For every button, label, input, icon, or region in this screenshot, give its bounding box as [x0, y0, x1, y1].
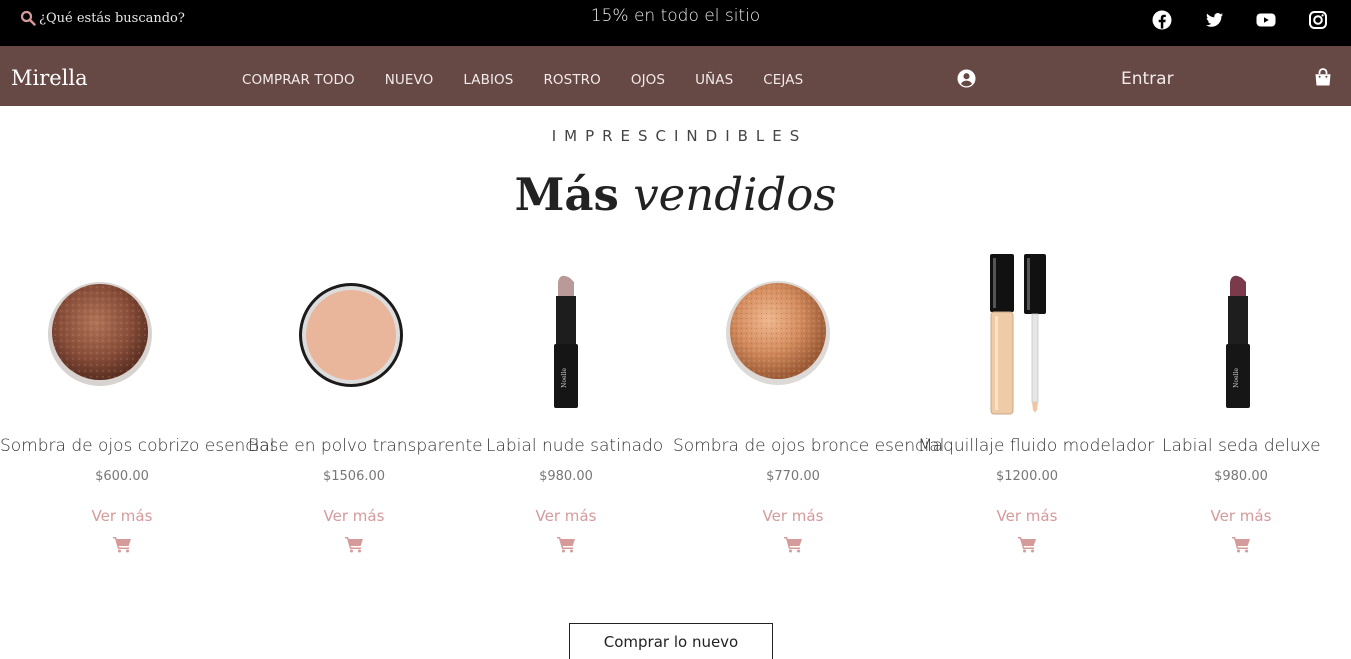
- product-price: $1506.00: [322, 469, 386, 484]
- fluid-concealer-image[interactable]: [918, 250, 1136, 430]
- youtube-icon[interactable]: [1255, 9, 1277, 31]
- brand-logo[interactable]: Mirella: [11, 66, 88, 90]
- user-account-icon[interactable]: [957, 69, 976, 88]
- lipstick-brand: Noelle: [1233, 368, 1240, 388]
- twitter-icon[interactable]: [1203, 9, 1225, 31]
- section-title: Más vendidos: [0, 168, 1351, 221]
- nav-item-rostro[interactable]: ROSTRO: [543, 72, 600, 88]
- product-name[interactable]: Labial seda deluxe: [1162, 436, 1321, 456]
- product-name[interactable]: Maquillaje fluido modelador: [918, 436, 1154, 456]
- nav-item-comprar-todo[interactable]: COMPRAR TODO: [242, 72, 355, 88]
- promo-banner: 15% en todo el sitio: [590, 6, 761, 26]
- facebook-icon[interactable]: [1151, 9, 1173, 31]
- add-to-cart-icon[interactable]: [1232, 536, 1251, 553]
- see-more-link[interactable]: Ver más: [918, 507, 1136, 525]
- product-price: $980.00: [1214, 469, 1268, 484]
- product-price: $980.00: [539, 469, 593, 484]
- powder-compact-image[interactable]: [248, 250, 460, 430]
- add-to-cart-icon[interactable]: [345, 536, 364, 553]
- social-links: [1151, 9, 1329, 31]
- category-menu: COMPRAR TODO NUEVO LABIOS ROSTRO OJOS UÑ…: [242, 72, 833, 88]
- lipstick-brand: Noelle: [561, 368, 568, 388]
- nav-item-nuevo[interactable]: NUEVO: [385, 72, 434, 88]
- add-to-cart-icon[interactable]: [1018, 536, 1037, 553]
- product-name[interactable]: Sombra de ojos cobrizo esencial: [0, 436, 275, 456]
- product-price: $600.00: [95, 469, 149, 484]
- see-more-link[interactable]: Ver más: [673, 507, 913, 525]
- nav-item-cejas[interactable]: CEJAS: [763, 72, 803, 88]
- add-to-cart-icon[interactable]: [113, 536, 132, 553]
- shopping-bag-icon[interactable]: [1313, 67, 1333, 87]
- product-price: $770.00: [766, 469, 820, 484]
- see-more-link[interactable]: Ver más: [248, 507, 460, 525]
- main-nav: Mirella COMPRAR TODO NUEVO LABIOS ROSTRO…: [0, 46, 1351, 106]
- nav-item-unas[interactable]: UÑAS: [695, 72, 733, 88]
- copper-eyeshadow-image[interactable]: [0, 250, 244, 430]
- product-name[interactable]: Base en polvo transparente: [248, 436, 483, 456]
- nav-item-ojos[interactable]: OJOS: [631, 72, 665, 88]
- add-to-cart-icon[interactable]: [784, 536, 803, 553]
- product-name[interactable]: Sombra de ojos bronce esencial: [673, 436, 944, 456]
- product-price: $1200.00: [995, 469, 1059, 484]
- nav-item-labios[interactable]: LABIOS: [463, 72, 513, 88]
- bronze-eyeshadow-image[interactable]: [673, 250, 913, 430]
- section-eyebrow: IMPRESCINDIBLES: [551, 127, 808, 145]
- shop-new-button[interactable]: Comprar lo nuevo: [569, 623, 773, 659]
- top-bar: ¿Qué estás buscando? 15% en todo el siti…: [0, 0, 1351, 46]
- add-to-cart-icon[interactable]: [557, 536, 576, 553]
- see-more-link[interactable]: Ver más: [0, 507, 244, 525]
- see-more-link[interactable]: Ver más: [486, 507, 646, 525]
- title-bold: Más: [514, 168, 619, 221]
- product-name[interactable]: Labial nude satinado: [486, 436, 663, 456]
- nude-lipstick-image[interactable]: Noelle: [486, 250, 646, 430]
- see-more-link[interactable]: Ver más: [1162, 507, 1320, 525]
- instagram-icon[interactable]: [1307, 9, 1329, 31]
- title-italic: vendidos: [633, 168, 837, 221]
- plum-lipstick-image[interactable]: Noelle: [1162, 250, 1320, 430]
- login-link[interactable]: Entrar: [1121, 69, 1174, 89]
